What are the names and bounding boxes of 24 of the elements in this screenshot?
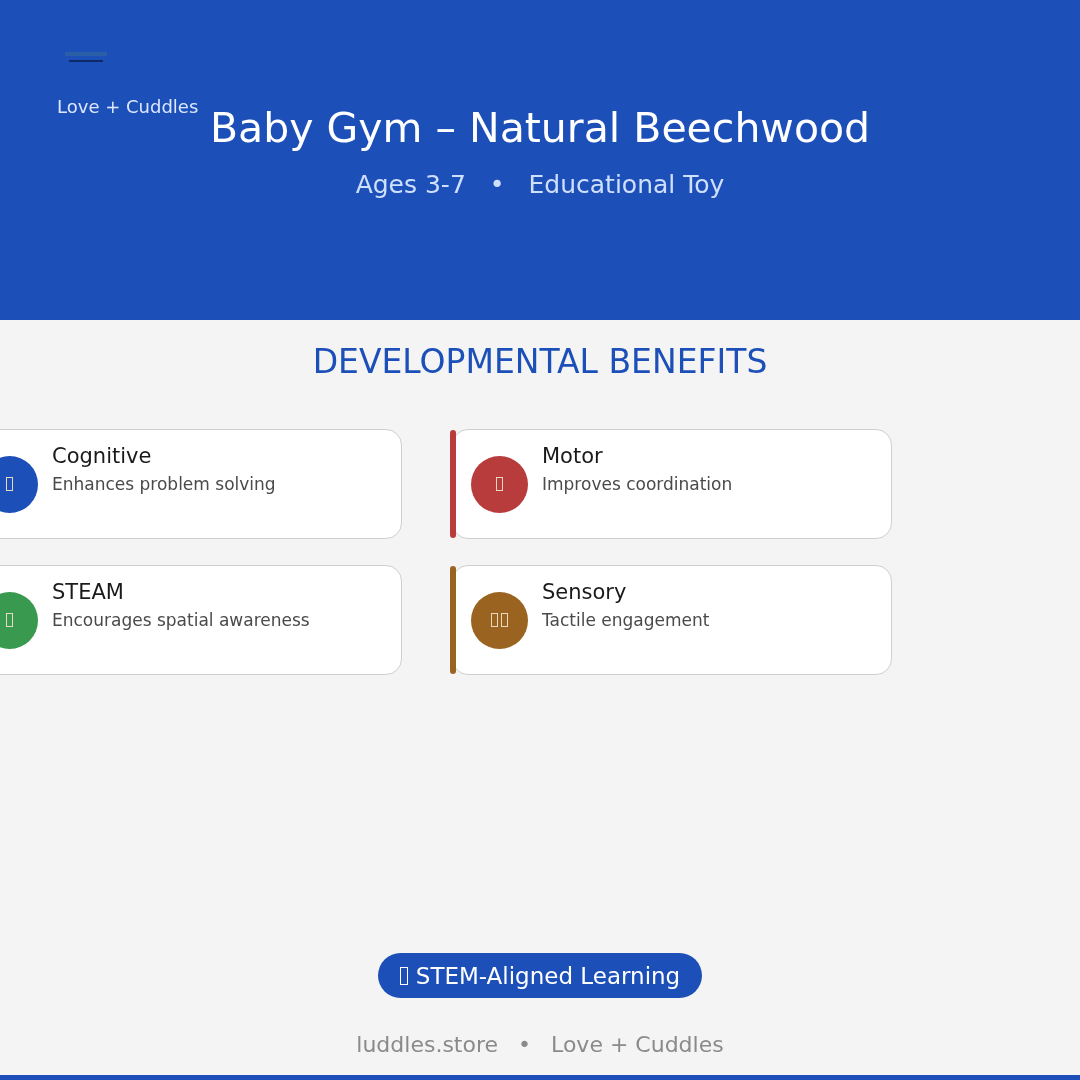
glyph-box-icon	[6, 477, 13, 491]
benefit-description: Encourages spatial awareness	[52, 610, 310, 630]
benefit-description: Enhances problem solving	[52, 474, 276, 494]
section-heading: DEVELOPMENTAL BENEFITS	[312, 342, 768, 381]
glyph-box-icon	[496, 477, 503, 491]
benefit-title: Sensory	[542, 580, 628, 604]
footer-text: Love + Cuddles	[551, 1032, 724, 1057]
benefit-description: Tactile engagement	[542, 610, 710, 630]
badge-label: STEM-Aligned Learning	[415, 962, 681, 989]
subtitle-text: Ages 3-7	[355, 170, 466, 199]
logo-icon	[65, 50, 107, 64]
subtitle-text: Educational Toy	[528, 170, 725, 199]
benefit-title: STEAM	[52, 580, 125, 604]
footer-text: luddles.store	[356, 1032, 499, 1057]
glyph-box-icon	[6, 613, 13, 627]
benefit-description: Improves coordination	[542, 474, 733, 494]
brand-name: Love + Cuddles	[57, 96, 199, 117]
footer-text: •	[518, 1032, 532, 1057]
glyph-boxes-icon	[491, 613, 508, 627]
glyph-box-icon	[399, 966, 408, 985]
benefit-title: Cognitive	[52, 444, 153, 468]
benefit-title: Motor	[542, 444, 604, 468]
subtitle-text: •	[489, 170, 505, 199]
product-title: Baby Gym – Natural Beechwood	[209, 104, 871, 152]
